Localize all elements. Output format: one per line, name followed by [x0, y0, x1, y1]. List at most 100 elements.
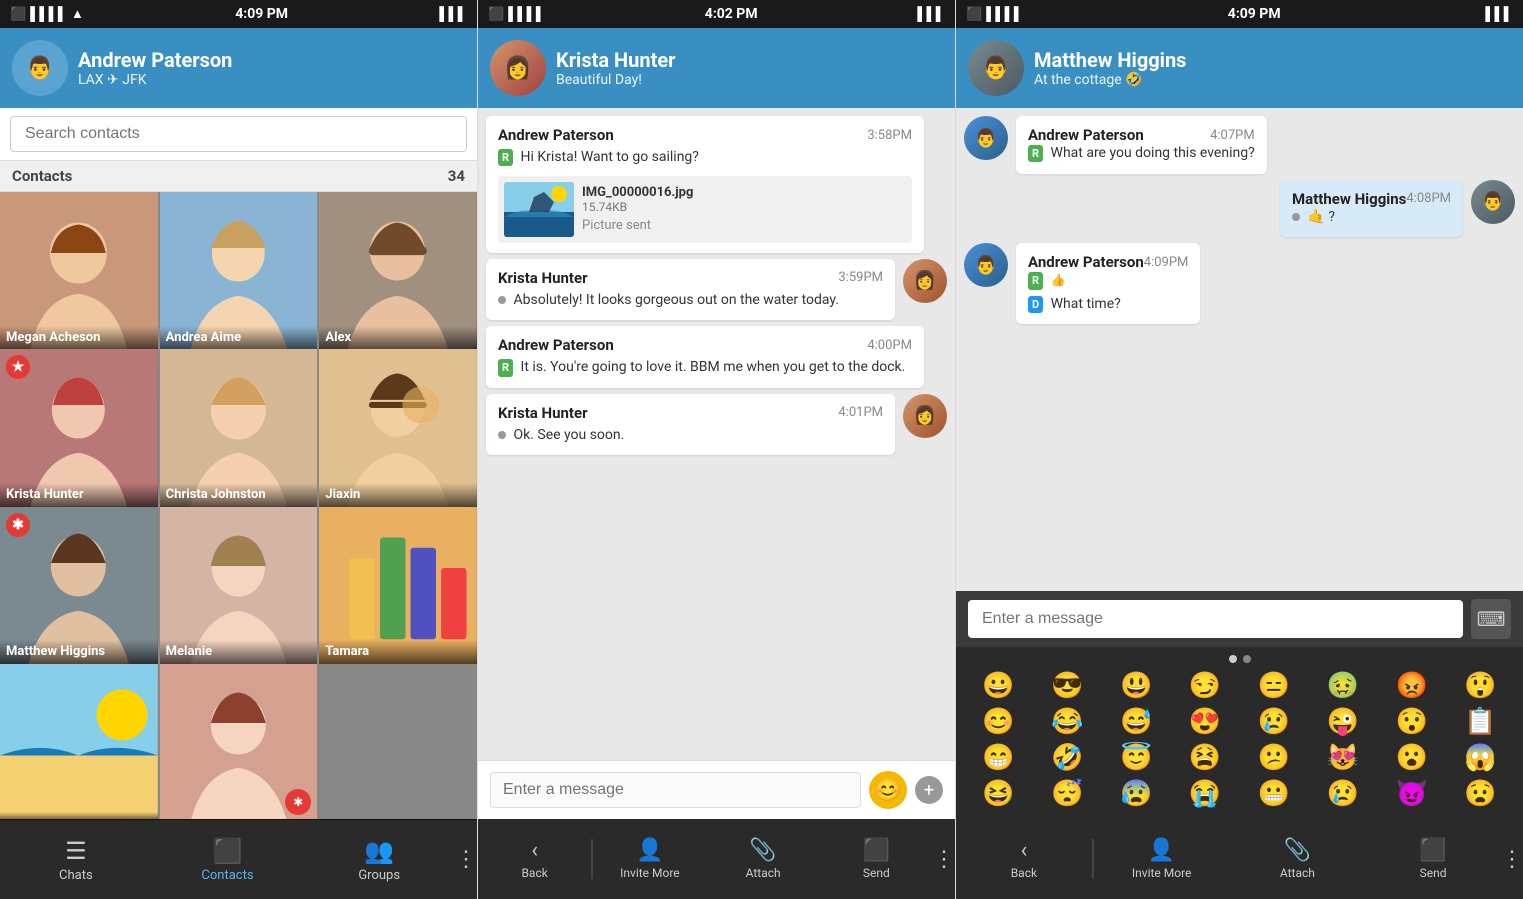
- emoji-3-8[interactable]: 😱: [1446, 741, 1515, 775]
- emoji-1-3[interactable]: 😃: [1102, 669, 1171, 703]
- contact-tile-krista[interactable]: ★ Krista Hunter: [0, 349, 158, 507]
- krista-status: Beautiful Day!: [556, 72, 943, 88]
- detail-nav-send[interactable]: ⬛ Send: [1365, 838, 1501, 880]
- detail-nav-back[interactable]: ‹ Back: [956, 838, 1092, 880]
- emoji-1-7[interactable]: 😡: [1377, 669, 1446, 703]
- emoji-3-7[interactable]: 😮: [1377, 741, 1446, 775]
- matthew-header-info: Matthew Higgins At the cottage 🤣: [1034, 48, 1511, 88]
- r-badge-3: R: [498, 359, 513, 376]
- contact-tile-christa[interactable]: Christa Johnston: [160, 349, 318, 507]
- emoji-4-5[interactable]: 😬: [1240, 777, 1309, 811]
- nav-contacts[interactable]: ⬛ Contacts: [152, 829, 304, 891]
- emoji-2-7[interactable]: 😯: [1377, 705, 1446, 739]
- emoji-1-2[interactable]: 😎: [1033, 669, 1102, 703]
- detail-bubble-1: Andrew Paterson 4:07PM R What are you do…: [1016, 116, 1267, 174]
- status-bar-3: ⬛ ▌▌▌▌ 4:09 PM ▌▌▌: [956, 0, 1523, 28]
- contacts-label: Contacts: [12, 167, 72, 185]
- emoji-2-5[interactable]: 😢: [1240, 705, 1309, 739]
- emoji-1-6[interactable]: 🤢: [1308, 669, 1377, 703]
- chat-nav-back[interactable]: ‹ Back: [478, 838, 591, 880]
- tile-name-andrea: Andrea Aime: [160, 326, 318, 350]
- emoji-3-5[interactable]: 😕: [1240, 741, 1309, 775]
- contact-tile-matthew[interactable]: ✱ Matthew Higgins: [0, 507, 158, 665]
- detail-msg-header-3: Andrew Paterson 4:09PM: [1028, 253, 1188, 271]
- tile-name-christa: Christa Johnston: [160, 483, 318, 507]
- emoji-3-4[interactable]: 😫: [1171, 741, 1240, 775]
- emoji-row-1: 😀 😎 😃 😏 😑 🤢 😡 😲: [964, 669, 1515, 703]
- contact-tile-megan[interactable]: Megan Acheson: [0, 192, 158, 350]
- emoji-2-4[interactable]: 😍: [1171, 705, 1240, 739]
- detail-text-1: R What are you doing this evening?: [1028, 144, 1255, 164]
- back-label-3: Back: [1011, 866, 1037, 880]
- matthew-status: At the cottage 🤣: [1034, 72, 1511, 88]
- contact-tile-tamara[interactable]: Tamara: [319, 507, 477, 665]
- krista-header-info: Krista Hunter Beautiful Day!: [556, 48, 943, 88]
- detail-msg-3: 👨 Andrew Paterson 4:09PM R 👍 D What time…: [964, 243, 1515, 324]
- contact-tile-alex[interactable]: Alex: [319, 192, 477, 350]
- signal-bars-2: ▌▌▌▌: [508, 6, 545, 22]
- chat-nav-invite[interactable]: 👤 Invite More: [593, 838, 706, 880]
- contact-tile-jiaxin[interactable]: Jiaxin: [319, 349, 477, 507]
- contact-tile-melanie[interactable]: Melanie: [160, 507, 318, 665]
- emoji-3-6[interactable]: 😻: [1308, 741, 1377, 775]
- emoji-3-3[interactable]: 😇: [1102, 741, 1171, 775]
- emoji-button-2[interactable]: 😊: [869, 771, 907, 809]
- battery-2: ▌▌▌: [917, 6, 945, 22]
- attach-icon-3: 📎: [1284, 838, 1311, 863]
- contacts-nav-label: Contacts: [201, 868, 253, 883]
- msg-content-1: Hi Krista! Want to go sailing?: [521, 149, 699, 165]
- emoji-1-8[interactable]: 😲: [1446, 669, 1515, 703]
- chat-nav-more-2[interactable]: ⋮: [933, 847, 955, 872]
- contact-tile-andrea[interactable]: Andrea Aime: [160, 192, 318, 350]
- emoji-4-6[interactable]: 😢: [1308, 777, 1377, 811]
- detail-nav-more[interactable]: ⋮: [1501, 847, 1523, 872]
- msg-header-4: Krista Hunter 4:01PM: [498, 404, 883, 422]
- emoji-4-1[interactable]: 😆: [964, 777, 1033, 811]
- message-input-2[interactable]: [490, 772, 861, 808]
- back-icon-2: ‹: [531, 838, 538, 863]
- emoji-4-7[interactable]: 😈: [1377, 777, 1446, 811]
- msg-avatar-krista-2: 👩: [903, 259, 947, 303]
- emoji-3-1[interactable]: 😁: [964, 741, 1033, 775]
- emoji-2-1[interactable]: 😊: [964, 705, 1033, 739]
- contacts-icon: ⬛: [213, 837, 243, 865]
- tile-name-krista: Krista Hunter: [0, 483, 158, 507]
- indicator-dot-2: [1243, 655, 1251, 663]
- emoji-2-3[interactable]: 😅: [1102, 705, 1171, 739]
- bb-icon: ⬛: [10, 7, 26, 22]
- contacts-grid: Megan Acheson Andrea Aime: [0, 192, 477, 819]
- emoji-3-2[interactable]: 🤣: [1033, 741, 1102, 775]
- emoji-1-1[interactable]: 😀: [964, 669, 1033, 703]
- keyboard-button[interactable]: ⌨: [1471, 599, 1511, 639]
- messages-area-2: Andrew Paterson 3:58PM R Hi Krista! Want…: [478, 108, 955, 760]
- msg-sender-1: Andrew Paterson: [498, 126, 614, 144]
- emoji-4-4[interactable]: 😭: [1171, 777, 1240, 811]
- detail-nav-attach[interactable]: 📎 Attach: [1230, 838, 1366, 880]
- emoji-1-4[interactable]: 😏: [1171, 669, 1240, 703]
- contacts-count: 34: [448, 167, 465, 185]
- emoji-2-8[interactable]: 📋: [1446, 705, 1515, 739]
- nav-chats[interactable]: ☰ Chats: [0, 829, 152, 891]
- emoji-4-2[interactable]: 😴: [1033, 777, 1102, 811]
- emoji-4-8[interactable]: 😧: [1446, 777, 1515, 811]
- chat-nav-attach[interactable]: 📎 Attach: [707, 838, 820, 880]
- dot-4: [498, 431, 506, 439]
- invite-label-2: Invite More: [620, 866, 680, 880]
- contact-tile-row4b[interactable]: ✱: [160, 664, 318, 819]
- emoji-2-2[interactable]: 😂: [1033, 705, 1102, 739]
- signal-bars: ▌▌▌▌: [30, 6, 67, 22]
- plus-button-2[interactable]: +: [915, 776, 943, 804]
- emoji-4-3[interactable]: 😰: [1102, 777, 1171, 811]
- detail-time-1: 4:07PM: [1210, 128, 1255, 143]
- chat-nav-send[interactable]: ⬛ Send: [820, 838, 933, 880]
- battery-1: ▌▌▌: [439, 6, 467, 22]
- detail-message-input[interactable]: [968, 600, 1463, 638]
- emoji-1-5[interactable]: 😑: [1240, 669, 1309, 703]
- nav-more-1[interactable]: ⋮: [455, 847, 477, 872]
- contact-tile-beach[interactable]: [0, 664, 158, 819]
- search-input[interactable]: [10, 116, 467, 152]
- krista-avatar: 👩: [490, 40, 546, 96]
- emoji-2-6[interactable]: 😜: [1308, 705, 1377, 739]
- detail-nav-invite[interactable]: 👤 Invite More: [1094, 838, 1230, 880]
- nav-groups[interactable]: 👥 Groups: [303, 829, 455, 891]
